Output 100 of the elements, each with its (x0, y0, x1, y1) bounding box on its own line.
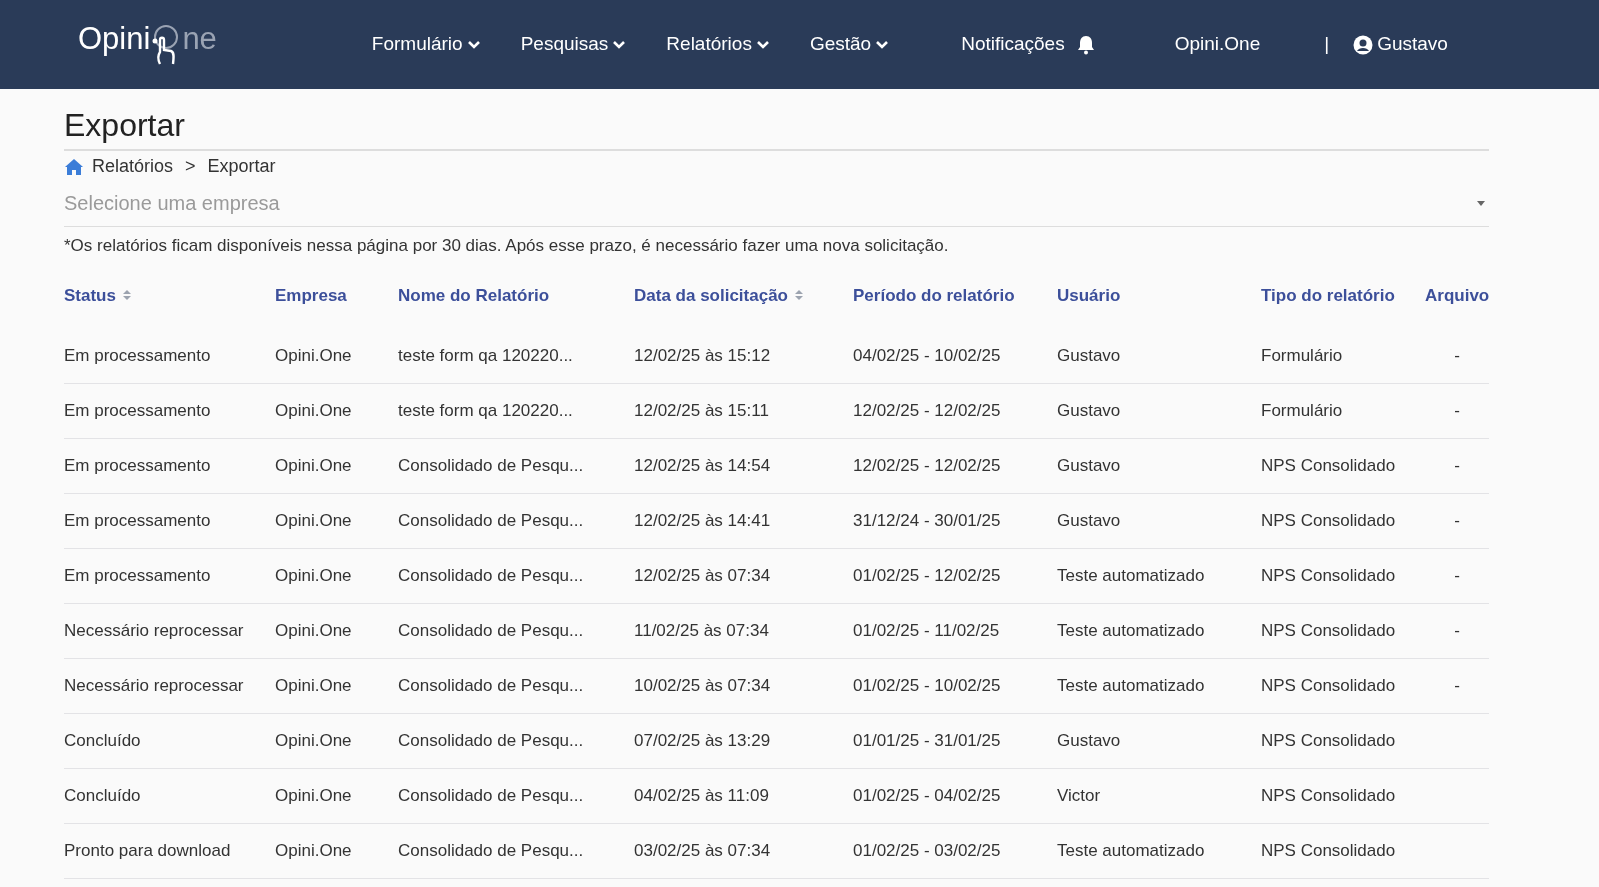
table-cell: Gustavo (1057, 345, 1121, 365)
table-cell: 12/02/25 às 14:41 (634, 510, 771, 530)
table-cell: 12/02/25 às 15:12 (634, 345, 771, 365)
table-cell: - (1454, 510, 1460, 530)
table-cell: 01/02/25 - 12/02/25 (853, 565, 1001, 585)
table-cell: Consolidado de Pesqu... (398, 620, 584, 640)
chevron-down-icon (755, 39, 770, 50)
column-header[interactable]: Data da solicitação (634, 282, 804, 308)
table-cell: 12/02/25 - 12/02/25 (853, 455, 1001, 475)
table-cell: 01/02/25 - 04/02/25 (853, 785, 1001, 805)
table-cell: Opini.One (275, 620, 352, 640)
table-cell: 01/01/25 - 31/01/25 (853, 730, 1001, 750)
table-cell: Victor (1057, 785, 1101, 805)
table-cell: 01/02/25 - 10/02/25 (853, 675, 1001, 695)
breadcrumb-separator: > (185, 155, 196, 178)
table-cell: 10/02/25 às 07:34 (634, 675, 771, 695)
table-cell: - (1454, 565, 1460, 585)
table-cell: Gustavo (1057, 730, 1121, 750)
notifications-link[interactable]: Notificações (961, 30, 1095, 59)
table-cell: Em processamento (64, 400, 211, 420)
table-cell: Opini.One (275, 455, 352, 475)
table-cell: 12/02/25 - 12/02/25 (853, 400, 1001, 420)
breadcrumb-link[interactable]: Exportar (207, 153, 276, 180)
nav-menu[interactable]: Relatórios (666, 30, 770, 59)
table-cell: NPS Consolidado (1261, 455, 1396, 475)
column-header[interactable]: Tipo do relatório (1261, 282, 1395, 308)
table-cell: Consolidado de Pesqu... (398, 510, 584, 530)
column-header[interactable]: Status (64, 282, 132, 308)
table-cell: NPS Consolidado (1261, 840, 1396, 860)
table-cell: Em processamento (64, 345, 211, 365)
table-cell: 11/02/25 às 07:34 (634, 620, 769, 640)
table-cell: - (1454, 455, 1460, 475)
table-cell: Teste automatizado (1057, 620, 1205, 640)
table-cell: 12/02/25 às 07:34 (634, 565, 771, 585)
table-cell: Concluído (64, 785, 141, 805)
table-cell: Opini.One (275, 565, 352, 585)
table-cell: 03/02/25 às 07:34 (634, 840, 771, 860)
page-title: Exportar (64, 101, 1489, 151)
dropdown-caret-icon (1477, 200, 1485, 206)
table-cell: - (1454, 620, 1460, 640)
table-cell: Opini.One (275, 730, 352, 750)
notice-text: *Os relatórios ficam disponíveis nessa página por 30 dias. Após esse prazo, é necessário fazer uma nova solicitação. (64, 235, 950, 257)
table-cell: - (1454, 400, 1460, 420)
table-cell: 01/02/25 - 11/02/25 (853, 620, 1000, 640)
bell-icon (1076, 34, 1095, 55)
column-header[interactable]: Nome do Relatório (398, 282, 550, 308)
nav-menu[interactable]: Formulário (371, 30, 481, 59)
table-cell: teste form qa 120220... (398, 400, 573, 420)
table-cell: NPS Consolidado (1261, 620, 1396, 640)
table-cell: NPS Consolidado (1261, 675, 1396, 695)
column-header[interactable]: Usuário (1057, 282, 1121, 308)
table-cell: Teste automatizado (1057, 840, 1205, 860)
table-cell: Formulário (1261, 400, 1343, 420)
table-cell: Consolidado de Pesqu... (398, 840, 584, 860)
table-cell: Opini.One (275, 840, 352, 860)
chevron-down-icon (875, 39, 890, 50)
column-header[interactable]: Período do relatório (853, 282, 1015, 308)
table-cell: Consolidado de Pesqu... (398, 675, 584, 695)
logo[interactable]: Opini ne (78, 23, 217, 54)
table-cell: NPS Consolidado (1261, 565, 1396, 585)
table-cell: Gustavo (1057, 455, 1121, 475)
table-cell: Opini.One (275, 785, 352, 805)
sort-icon[interactable] (121, 288, 132, 303)
chevron-down-icon (612, 39, 627, 50)
table-cell: Teste automatizado (1057, 565, 1205, 585)
user-menu[interactable]: Gustavo (1353, 30, 1448, 59)
table-cell: Necessário reprocessar (64, 620, 244, 640)
table-cell: NPS Consolidado (1261, 730, 1396, 750)
table-cell: - (1454, 675, 1460, 695)
table-cell: Formulário (1261, 345, 1343, 365)
table-cell: 07/02/25 às 13:29 (634, 730, 771, 750)
home-icon[interactable] (64, 157, 84, 176)
breadcrumb-link[interactable]: Relatórios (92, 153, 174, 180)
table-cell: Consolidado de Pesqu... (398, 565, 584, 585)
table-cell: Teste automatizado (1057, 675, 1205, 695)
chevron-down-icon (466, 39, 481, 50)
column-header[interactable]: Empresa (275, 282, 347, 308)
table-cell: 12/02/25 às 14:54 (634, 455, 771, 475)
sort-icon[interactable] (794, 288, 804, 303)
table-cell: 12/02/25 às 15:11 (634, 400, 769, 420)
nav-separator: | (1324, 32, 1330, 57)
table-cell: Consolidado de Pesqu... (398, 455, 584, 475)
table-cell: Opini.One (275, 675, 352, 695)
nav-menu[interactable]: Pesquisas (520, 30, 627, 59)
table-cell: Em processamento (64, 455, 211, 475)
column-header[interactable]: Arquivo (1425, 282, 1490, 308)
table-cell: Opini.One (275, 510, 352, 530)
table-cell: Consolidado de Pesqu... (398, 785, 584, 805)
table-cell: Em processamento (64, 510, 211, 530)
table-cell: teste form qa 120220... (398, 345, 573, 365)
table-cell: 31/12/24 - 30/01/25 (853, 510, 1001, 530)
table-cell: NPS Consolidado (1261, 785, 1396, 805)
table-cell: 01/02/25 - 03/02/25 (853, 840, 1001, 860)
table-cell: Opini.One (275, 345, 352, 365)
nav-link[interactable]: Opini.One (1174, 30, 1261, 59)
nav-menu[interactable]: Gestão (809, 30, 890, 59)
table-cell: 04/02/25 às 11:09 (634, 785, 769, 805)
table-cell: Pronto para download (64, 840, 231, 860)
user-avatar-icon (1353, 34, 1374, 55)
table-cell: - (1454, 345, 1460, 365)
